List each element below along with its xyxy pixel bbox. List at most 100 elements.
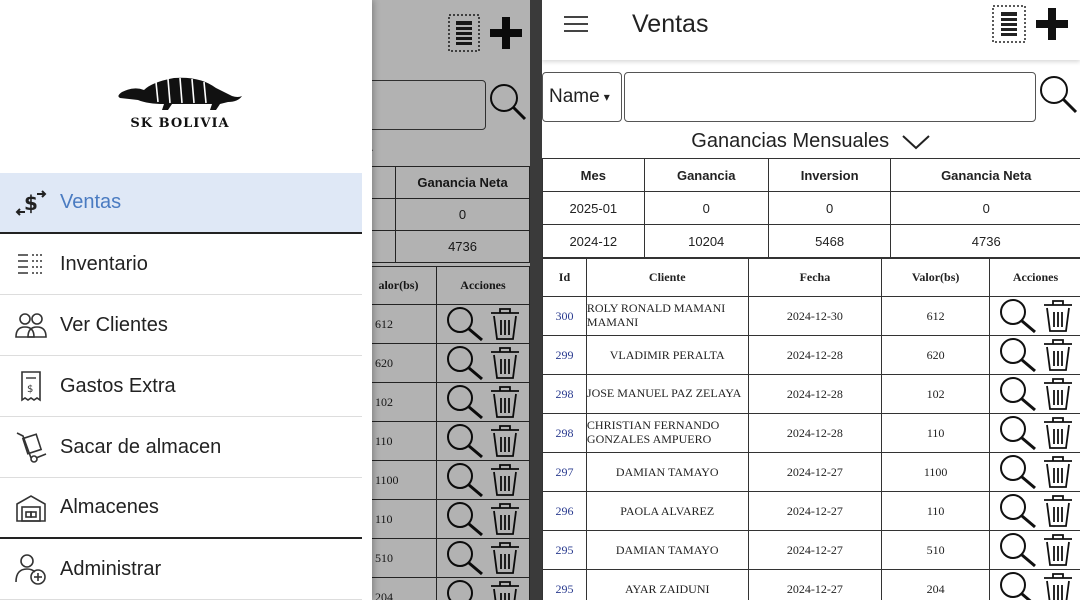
delete-icon[interactable] <box>1042 377 1074 411</box>
view-icon[interactable] <box>998 493 1038 529</box>
table-row[interactable]: 298 JOSE MANUEL PAZ ZELAYA 2024-12-28 102 <box>542 374 1080 414</box>
receipt-icon: $ <box>14 369 48 403</box>
table-cell: 2024-12 <box>542 224 645 258</box>
summary-toggle[interactable]: Ganancias Mensuales <box>542 130 1080 153</box>
sale-id-link[interactable]: 299 <box>542 335 587 375</box>
table-cell: 10204 <box>643 224 769 258</box>
menu-item-ventas[interactable]: $ Ventas <box>0 173 362 234</box>
table-row[interactable]: 296 PAOLA ALVAREZ 2024-12-27 110 <box>542 491 1080 531</box>
left-screen: ⌄ Ganancia Neta 0 4736 alor(bs) Acciones… <box>0 0 530 600</box>
menu-item-sacar-de-almacen[interactable]: Sacar de almacen <box>0 417 362 478</box>
table-header: Acciones <box>989 258 1080 297</box>
view-icon[interactable] <box>998 337 1038 373</box>
value-cell: 110 <box>881 491 991 531</box>
table-cell: 0 <box>767 191 892 225</box>
date-cell: 2024-12-27 <box>747 452 883 492</box>
table-cell: 5468 <box>767 224 892 258</box>
right-screen: Ventas Name ▾ Ganancias Mensuales Mes Ga… <box>542 0 1080 600</box>
value-cell: 612 <box>881 296 991 336</box>
inventory-list-icon <box>14 247 48 281</box>
menu-hamburger-icon[interactable] <box>564 14 590 34</box>
table-row[interactable]: 298 CHRISTIAN FERNANDO GONZALES AMPUERO 20… <box>542 413 1080 453</box>
sales-table: Id Cliente Fecha Valor(bs) Acciones 300 R… <box>542 258 1080 600</box>
delete-icon[interactable] <box>1042 299 1074 333</box>
sale-id-link[interactable]: 297 <box>542 452 587 492</box>
sale-id-link[interactable]: 298 <box>542 413 587 453</box>
sale-id-link[interactable]: 298 <box>542 374 587 414</box>
table-header: Ganancia <box>643 158 769 192</box>
delete-icon[interactable] <box>1042 338 1074 372</box>
armadillo-logo-icon <box>118 77 242 110</box>
sale-id-link[interactable]: 295 <box>542 569 587 600</box>
menu-item-administrar[interactable]: Administrar <box>0 539 362 600</box>
search-icon[interactable] <box>1038 74 1078 114</box>
client-cell: JOSE MANUEL PAZ ZELAYA <box>585 374 749 414</box>
sale-id-link[interactable]: 300 <box>542 296 587 336</box>
table-row[interactable]: 295 DAMIAN TAMAYO 2024-12-27 510 <box>542 530 1080 570</box>
menu-item-gastos-extra[interactable]: $ Gastos Extra <box>0 356 362 417</box>
date-cell: 2024-12-27 <box>747 530 883 570</box>
table-header: Id <box>542 258 587 297</box>
sale-id-link[interactable]: 295 <box>542 530 587 570</box>
menu-item-label: Administrar <box>60 557 162 580</box>
actions-cell <box>989 335 1080 375</box>
search-bar: Name ▾ <box>542 72 1080 124</box>
chevron-down-icon <box>902 134 930 150</box>
delete-icon[interactable] <box>1042 494 1074 528</box>
value-cell: 102 <box>881 374 991 414</box>
screen-divider <box>530 0 542 600</box>
table-row[interactable]: 300 ROLY RONALD MAMANI MAMANI 2024-12-30 61… <box>542 296 1080 336</box>
table-cell: 0 <box>890 191 1080 225</box>
list-view-icon[interactable] <box>992 5 1026 43</box>
menu-item-inventario[interactable]: Inventario <box>0 234 362 295</box>
menu-item-ver-clientes[interactable]: Ver Clientes <box>0 295 362 356</box>
table-row[interactable]: 299 VLADIMIR PERALTA 2024-12-28 620 <box>542 335 1080 375</box>
view-icon[interactable] <box>998 376 1038 412</box>
menu-item-label: Sacar de almacen <box>60 435 222 458</box>
select-value: Name <box>549 86 600 107</box>
date-cell: 2024-12-28 <box>747 413 883 453</box>
delete-icon[interactable] <box>1042 572 1074 600</box>
actions-cell <box>989 530 1080 570</box>
monthly-summary-table: Mes Ganancia Inversion Ganancia Neta 202… <box>542 158 1080 258</box>
view-icon[interactable] <box>998 532 1038 568</box>
table-row[interactable]: 295 AYAR ZAIDUNI 2024-12-27 204 <box>542 569 1080 600</box>
table-cell: 0 <box>643 191 769 225</box>
sale-id-link[interactable]: 296 <box>542 491 587 531</box>
page-title: Ventas <box>632 10 709 38</box>
search-input[interactable] <box>624 72 1036 122</box>
client-cell: DAMIAN TAMAYO <box>585 530 749 570</box>
table-cell: 2025-01 <box>542 191 645 225</box>
clients-icon <box>14 308 48 342</box>
user-add-icon <box>14 552 48 586</box>
client-cell: PAOLA ALVAREZ <box>585 491 749 531</box>
view-icon[interactable] <box>998 454 1038 490</box>
hand-truck-icon <box>14 430 48 464</box>
value-cell: 110 <box>881 413 991 453</box>
table-row[interactable]: 297 DAMIAN TAMAYO 2024-12-27 1100 <box>542 452 1080 492</box>
menu-item-label: Ventas <box>60 191 122 213</box>
table-header: Fecha <box>747 258 883 297</box>
delete-icon[interactable] <box>1042 455 1074 489</box>
filter-field-select[interactable]: Name ▾ <box>542 72 622 122</box>
date-cell: 2024-12-28 <box>747 335 883 375</box>
delete-icon[interactable] <box>1042 533 1074 567</box>
table-cell: 4736 <box>890 224 1080 258</box>
client-cell: ROLY RONALD MAMANI MAMANI <box>585 296 749 336</box>
app-bar: Ventas <box>542 0 1080 60</box>
delete-icon[interactable] <box>1042 416 1074 450</box>
menu-item-label: Ver Clientes <box>60 313 168 336</box>
brand-name: SK BOLIVIA <box>130 116 230 131</box>
add-icon[interactable] <box>1034 6 1070 42</box>
client-cell: DAMIAN TAMAYO <box>585 452 749 492</box>
value-cell: 510 <box>881 530 991 570</box>
view-icon[interactable] <box>998 415 1038 451</box>
menu-item-almacenes[interactable]: Almacenes <box>0 478 362 539</box>
view-icon[interactable] <box>998 571 1038 600</box>
client-cell: CHRISTIAN FERNANDO GONZALES AMPUERO <box>585 413 749 453</box>
view-icon[interactable] <box>998 298 1038 334</box>
drawer-menu: $ Ventas Inventario Ver Clientes $ Gasto… <box>0 173 362 600</box>
menu-item-label: Almacenes <box>60 496 159 518</box>
value-cell: 620 <box>881 335 991 375</box>
client-cell: VLADIMIR PERALTA <box>585 335 749 375</box>
